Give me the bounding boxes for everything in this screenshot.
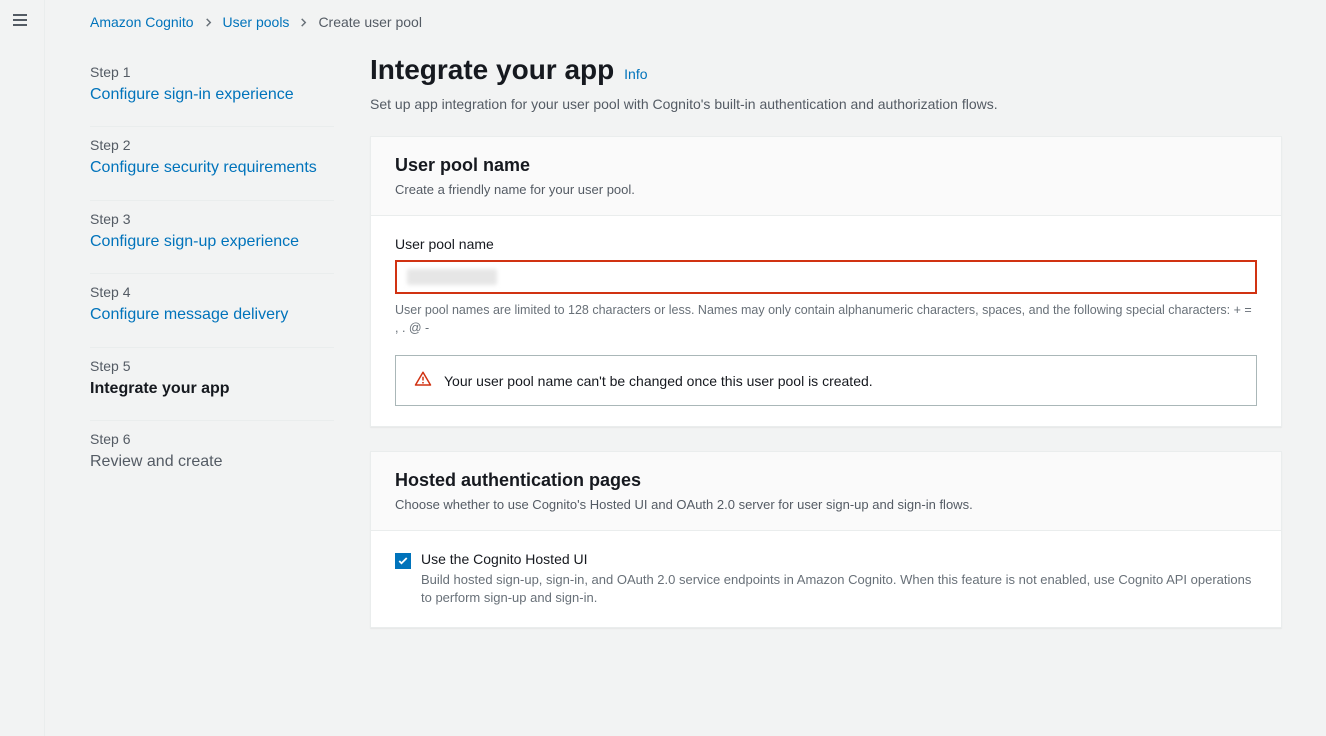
checkbox-label: Use the Cognito Hosted UI: [421, 551, 1257, 567]
step-num: Step 4: [90, 284, 334, 300]
step-num: Step 1: [90, 64, 334, 80]
warning-text: Your user pool name can't be changed onc…: [444, 373, 873, 389]
warning-icon: [414, 370, 432, 391]
breadcrumb-link-cognito[interactable]: Amazon Cognito: [90, 14, 194, 30]
panel-hosted-auth: Hosted authentication pages Choose wheth…: [370, 451, 1282, 628]
breadcrumb-link-user-pools[interactable]: User pools: [223, 14, 290, 30]
page-subtitle: Set up app integration for your user poo…: [370, 96, 1282, 112]
step-num: Step 5: [90, 358, 334, 374]
field-label-pool-name: User pool name: [395, 236, 1257, 252]
wizard-steps: Step 1 Configure sign-in experience Step…: [90, 54, 334, 652]
user-pool-name-input[interactable]: [395, 260, 1257, 294]
chevron-right-icon: [299, 14, 308, 30]
warning-alert: Your user pool name can't be changed onc…: [395, 355, 1257, 406]
step-num: Step 2: [90, 137, 334, 153]
hamburger-menu-icon[interactable]: [12, 12, 28, 31]
breadcrumb: Amazon Cognito User pools Create user po…: [90, 14, 1282, 30]
step-num: Step 6: [90, 431, 334, 447]
breadcrumb-current: Create user pool: [318, 14, 422, 30]
step-future-review: Review and create: [90, 451, 334, 473]
page-heading-row: Integrate your app Info: [370, 54, 1282, 86]
panel-heading: User pool name: [395, 155, 1257, 176]
step-link-configure-signup[interactable]: Configure sign-up experience: [90, 231, 334, 253]
info-link[interactable]: Info: [624, 66, 647, 82]
hosted-ui-checkbox[interactable]: [395, 553, 411, 569]
panel-desc: Choose whether to use Cognito's Hosted U…: [395, 497, 1257, 512]
redacted-value: [407, 269, 497, 285]
step-link-configure-signin[interactable]: Configure sign-in experience: [90, 84, 334, 106]
step-link-configure-security[interactable]: Configure security requirements: [90, 157, 334, 179]
panel-user-pool-name: User pool name Create a friendly name fo…: [370, 136, 1282, 427]
step-num: Step 3: [90, 211, 334, 227]
panel-heading: Hosted authentication pages: [395, 470, 1257, 491]
page-title: Integrate your app: [370, 54, 614, 85]
checkbox-desc: Build hosted sign-up, sign-in, and OAuth…: [421, 571, 1257, 607]
panel-desc: Create a friendly name for your user poo…: [395, 182, 1257, 197]
step-current-integrate-app: Integrate your app: [90, 378, 334, 400]
left-divider: [44, 0, 45, 736]
chevron-right-icon: [204, 14, 213, 30]
step-link-configure-message[interactable]: Configure message delivery: [90, 304, 334, 326]
field-hint: User pool names are limited to 128 chara…: [395, 302, 1257, 337]
